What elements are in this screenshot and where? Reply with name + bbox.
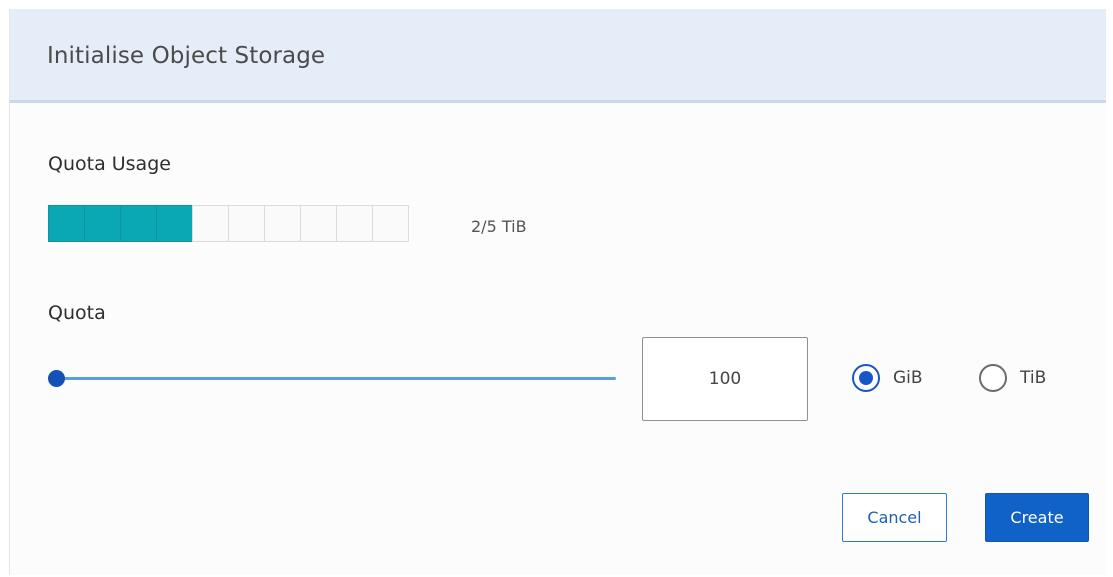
- usage-segment-empty: [264, 205, 301, 242]
- usage-segment-empty: [300, 205, 337, 242]
- dialog-title: Initialise Object Storage: [47, 43, 326, 69]
- create-button[interactable]: Create: [985, 493, 1089, 542]
- radio-tib-circle[interactable]: [979, 364, 1007, 392]
- usage-segment-filled: [48, 205, 85, 242]
- quota-slider-track[interactable]: [56, 377, 616, 380]
- usage-segment-empty: [372, 205, 409, 242]
- dialog-header: Initialise Object Storage: [10, 9, 1106, 103]
- quota-input[interactable]: [642, 337, 808, 421]
- radio-gib-circle[interactable]: [852, 364, 880, 392]
- quota-slider[interactable]: [48, 369, 616, 389]
- cancel-button[interactable]: Cancel: [842, 493, 947, 542]
- quota-usage-meter: [48, 205, 409, 242]
- usage-segment-empty: [228, 205, 265, 242]
- quota-usage-text: 2/5 TiB: [471, 217, 527, 236]
- usage-segment-filled: [156, 205, 193, 242]
- usage-segment-filled: [84, 205, 121, 242]
- usage-segment-empty: [336, 205, 373, 242]
- radio-gib-label[interactable]: GiB: [893, 368, 923, 388]
- initialise-storage-dialog: Initialise Object Storage Quota Usage 2/…: [9, 9, 1106, 575]
- quota-slider-thumb[interactable]: [48, 370, 65, 387]
- quota-usage-label: Quota Usage: [48, 153, 171, 175]
- radio-tib-label[interactable]: TiB: [1020, 368, 1046, 388]
- quota-label: Quota: [48, 302, 106, 324]
- usage-segment-empty: [192, 205, 229, 242]
- unit-radio-gib[interactable]: GiB: [852, 364, 923, 392]
- unit-radio-tib[interactable]: TiB: [979, 364, 1046, 392]
- usage-segment-filled: [120, 205, 157, 242]
